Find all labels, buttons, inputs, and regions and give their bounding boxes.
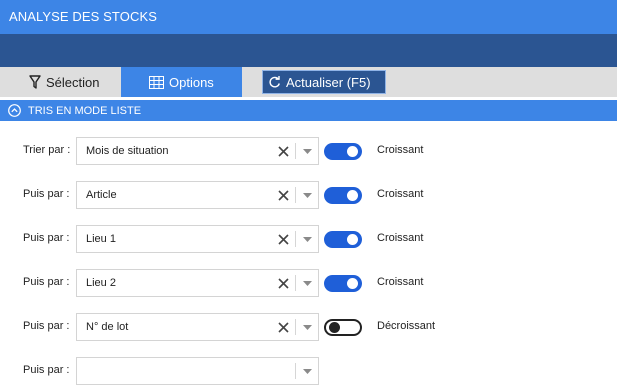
sort-row: Puis par : Lieu 2 Croissant <box>0 269 617 297</box>
refresh-button[interactable]: Actualiser (F5) <box>262 70 386 94</box>
sort-row-label: Puis par : <box>23 320 70 332</box>
sort-field-value: Mois de situation <box>86 145 169 157</box>
sort-direction-label: Croissant <box>377 276 424 288</box>
grid-icon <box>149 75 164 89</box>
sort-field-value: Lieu 2 <box>86 277 116 289</box>
dropdown-arrow-icon[interactable] <box>296 226 318 252</box>
sort-row-label: Puis par : <box>23 364 70 376</box>
sort-direction-toggle[interactable] <box>324 187 362 204</box>
dropdown-arrow-icon[interactable] <box>296 138 318 164</box>
sort-field-value: Article <box>86 189 117 201</box>
clear-icon[interactable] <box>271 226 295 252</box>
tab-bar: Sélection Options Actualiser (F5) <box>0 67 617 97</box>
sort-field-select[interactable]: Mois de situation <box>76 137 319 165</box>
clear-icon[interactable] <box>271 270 295 296</box>
tab-selection[interactable]: Sélection <box>0 67 121 97</box>
sort-field-select[interactable] <box>76 357 319 385</box>
sort-field-select[interactable]: N° de lot <box>76 313 319 341</box>
dropdown-arrow-icon[interactable] <box>296 270 318 296</box>
section-header-sort[interactable]: TRIS EN MODE LISTE <box>0 100 617 121</box>
section-title: TRIS EN MODE LISTE <box>28 104 142 117</box>
sort-row: Puis par : Article Croissant <box>0 181 617 209</box>
sort-row: Puis par : <box>0 357 617 385</box>
tab-options-label: Options <box>169 74 214 90</box>
sort-field-value: Lieu 1 <box>86 233 116 245</box>
dropdown-arrow-icon[interactable] <box>296 358 318 384</box>
sort-row-label: Puis par : <box>23 188 70 200</box>
sort-row: Trier par : Mois de situation Croissant <box>0 137 617 165</box>
sort-direction-toggle[interactable] <box>324 143 362 160</box>
sort-field-select[interactable]: Lieu 2 <box>76 269 319 297</box>
dropdown-arrow-icon[interactable] <box>296 182 318 208</box>
sort-field-select[interactable]: Article <box>76 181 319 209</box>
sort-row: Puis par : N° de lot Décroissant <box>0 313 617 341</box>
clear-icon[interactable] <box>271 314 295 340</box>
sort-row-label: Trier par : <box>23 144 71 156</box>
sort-direction-label: Croissant <box>377 144 424 156</box>
sort-direction-label: Croissant <box>377 232 424 244</box>
sort-field-select[interactable]: Lieu 1 <box>76 225 319 253</box>
refresh-icon <box>268 75 281 89</box>
sort-field-value: N° de lot <box>86 321 129 333</box>
sort-direction-toggle[interactable] <box>324 275 362 292</box>
toggle-knob <box>329 322 340 333</box>
clear-icon[interactable] <box>271 138 295 164</box>
window-title: ANALYSE DES STOCKS <box>0 0 617 34</box>
refresh-button-label: Actualiser (F5) <box>286 74 371 90</box>
dropdown-arrow-icon[interactable] <box>296 314 318 340</box>
sort-direction-toggle[interactable] <box>324 231 362 248</box>
sort-row-label: Puis par : <box>23 276 70 288</box>
toggle-knob <box>347 190 358 201</box>
sort-row-label: Puis par : <box>23 232 70 244</box>
sort-row: Puis par : Lieu 1 Croissant <box>0 225 617 253</box>
sort-direction-toggle[interactable] <box>324 319 362 336</box>
filter-icon <box>29 75 41 89</box>
sort-direction-label: Croissant <box>377 188 424 200</box>
header-band <box>0 34 617 67</box>
sort-direction-label: Décroissant <box>377 320 436 332</box>
chevron-up-circle-icon[interactable] <box>8 104 21 117</box>
tab-options[interactable]: Options <box>121 67 242 97</box>
tab-selection-label: Sélection <box>46 74 100 90</box>
clear-icon[interactable] <box>271 182 295 208</box>
toggle-knob <box>347 278 358 289</box>
toggle-knob <box>347 146 358 157</box>
toggle-knob <box>347 234 358 245</box>
